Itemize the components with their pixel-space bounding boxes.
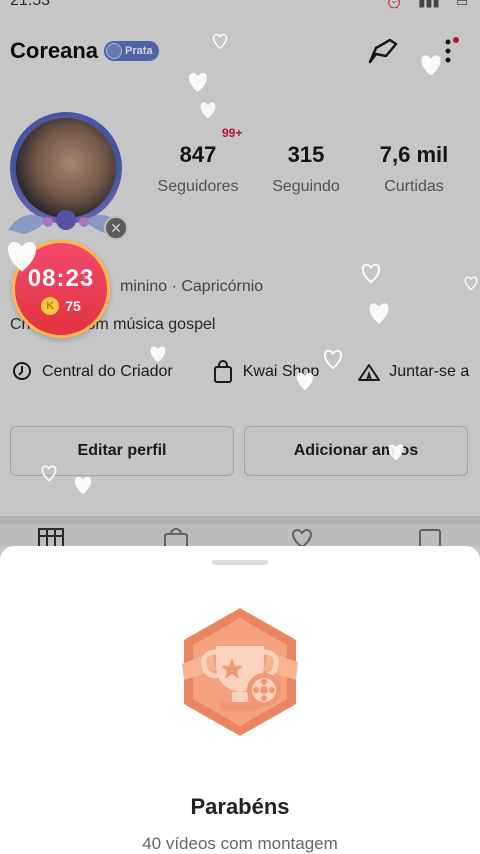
floating-heart-icon — [296, 372, 314, 391]
timer-coins: K 75 — [15, 297, 107, 315]
floating-heart-icon — [388, 444, 404, 461]
floating-heart-icon — [200, 102, 216, 119]
floating-heart-outline-icon — [361, 263, 381, 284]
sheet-drag-handle[interactable] — [212, 560, 268, 565]
floating-heart-outline-icon — [323, 349, 343, 370]
coin-count: 75 — [65, 298, 81, 314]
floating-heart-icon — [7, 241, 37, 272]
coin-icon: K — [41, 297, 60, 315]
trophy-medal-icon — [182, 608, 298, 736]
floating-heart-icon — [189, 73, 207, 92]
achievement-title: Parabéns — [190, 794, 290, 819]
floating-heart-outline-icon — [212, 33, 228, 50]
floating-heart-icon — [421, 55, 441, 76]
floating-heart-icon — [74, 476, 92, 495]
floating-heart-icon — [150, 346, 166, 363]
achievement-bottom-sheet: Parabéns 40 vídeos com montagem — [0, 546, 480, 854]
floating-heart-icon — [369, 303, 389, 324]
achievement-subtitle: 40 vídeos com montagem — [142, 834, 338, 853]
floating-heart-outline-icon — [41, 465, 57, 482]
floating-heart-outline-icon — [464, 276, 478, 291]
